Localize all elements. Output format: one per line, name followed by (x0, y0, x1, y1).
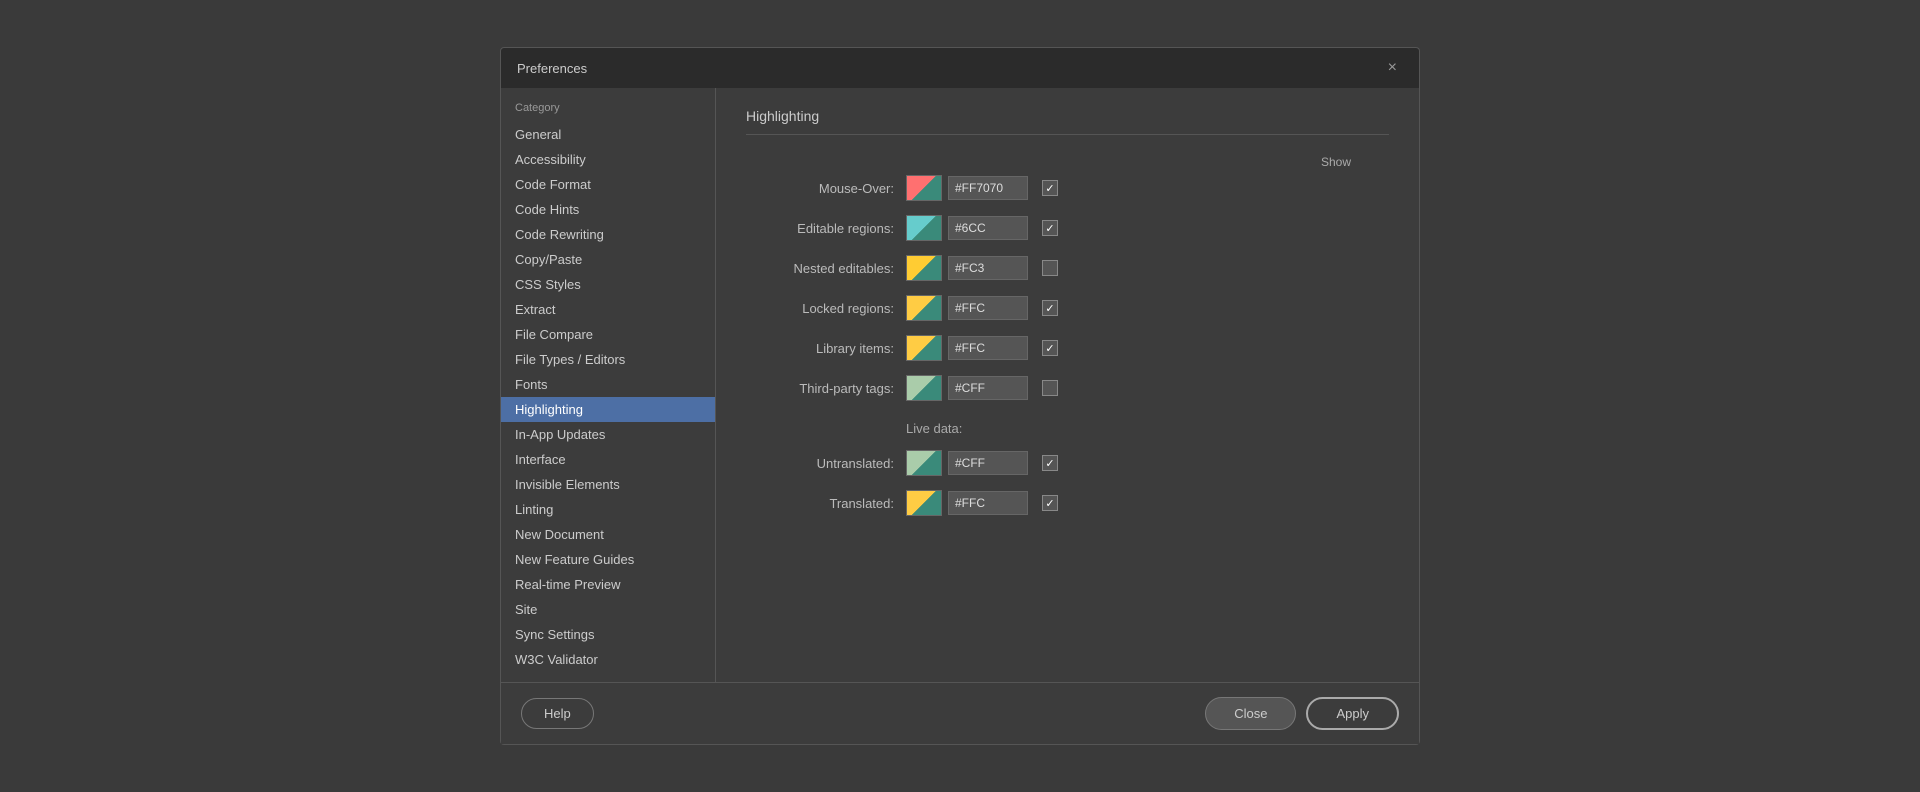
sidebar-item-accessibility[interactable]: Accessibility (501, 147, 715, 172)
apply-button[interactable]: Apply (1306, 697, 1399, 730)
color-input-1[interactable] (948, 216, 1028, 240)
color-input-0[interactable] (948, 176, 1028, 200)
checkbox-cell-1 (1034, 220, 1066, 236)
sidebar-item-real-time-preview[interactable]: Real-time Preview (501, 572, 715, 597)
row-label-0: Mouse-Over: (746, 181, 906, 196)
sidebar-item-new-document[interactable]: New Document (501, 522, 715, 547)
color-input-4[interactable] (948, 336, 1028, 360)
help-button[interactable]: Help (521, 698, 594, 729)
sidebar-item-site[interactable]: Site (501, 597, 715, 622)
dialog-body: Category GeneralAccessibilityCode Format… (500, 88, 1420, 745)
show-checkbox-0[interactable] (1042, 455, 1058, 471)
sidebar-item-linting[interactable]: Linting (501, 497, 715, 522)
sidebar-item-w3c-validator[interactable]: W3C Validator (501, 647, 715, 672)
highlight-row-2: Nested editables: (746, 255, 1389, 281)
row-label-1: Translated: (746, 496, 906, 511)
live-data-label: Live data: (906, 421, 1389, 436)
color-swatch-3[interactable] (906, 295, 942, 321)
highlight-row-5: Third-party tags: (746, 375, 1389, 401)
sidebar-item-new-feature-guides[interactable]: New Feature Guides (501, 547, 715, 572)
color-input-2[interactable] (948, 256, 1028, 280)
preferences-dialog: Preferences × Category GeneralAccessibil… (500, 47, 1420, 745)
sidebar-header: Category (501, 98, 715, 122)
sidebar-item-extract[interactable]: Extract (501, 297, 715, 322)
sidebar-item-copy-paste[interactable]: Copy/Paste (501, 247, 715, 272)
show-column-label: Show (746, 155, 1351, 169)
row-label-1: Editable regions: (746, 221, 906, 236)
category-sidebar: Category GeneralAccessibilityCode Format… (501, 88, 716, 682)
row-label-2: Nested editables: (746, 261, 906, 276)
show-checkbox-1[interactable] (1042, 495, 1058, 511)
show-checkbox-5[interactable] (1042, 380, 1058, 396)
sidebar-item-interface[interactable]: Interface (501, 447, 715, 472)
section-title: Highlighting (746, 108, 1389, 135)
sidebar-item-code-hints[interactable]: Code Hints (501, 197, 715, 222)
color-swatch-4[interactable] (906, 335, 942, 361)
color-input-0[interactable] (948, 451, 1028, 475)
sidebar-item-invisible-elements[interactable]: Invisible Elements (501, 472, 715, 497)
highlight-row-1: Translated: (746, 490, 1389, 516)
dialog-content: Category GeneralAccessibilityCode Format… (501, 88, 1419, 682)
highlight-row-1: Editable regions: (746, 215, 1389, 241)
main-panel: Highlighting Show Mouse-Over: Editable re… (716, 88, 1419, 682)
color-input-1[interactable] (948, 491, 1028, 515)
sidebar-item-file-types---editors[interactable]: File Types / Editors (501, 347, 715, 372)
close-button[interactable]: Close (1205, 697, 1296, 730)
sidebar-item-code-rewriting[interactable]: Code Rewriting (501, 222, 715, 247)
footer-actions: Close Apply (1205, 697, 1399, 730)
dialog-title: Preferences (517, 61, 587, 76)
highlight-row-0: Mouse-Over: (746, 175, 1389, 201)
show-checkbox-4[interactable] (1042, 340, 1058, 356)
row-label-4: Library items: (746, 341, 906, 356)
color-swatch-1[interactable] (906, 215, 942, 241)
sidebar-item-highlighting[interactable]: Highlighting (501, 397, 715, 422)
row-label-0: Untranslated: (746, 456, 906, 471)
sidebar-item-general[interactable]: General (501, 122, 715, 147)
checkbox-cell-0 (1034, 455, 1066, 471)
show-checkbox-3[interactable] (1042, 300, 1058, 316)
highlight-row-0: Untranslated: (746, 450, 1389, 476)
checkbox-cell-2 (1034, 260, 1066, 276)
sidebar-item-css-styles[interactable]: CSS Styles (501, 272, 715, 297)
show-checkbox-0[interactable] (1042, 180, 1058, 196)
dialog-titlebar: Preferences × (500, 47, 1420, 88)
color-swatch-2[interactable] (906, 255, 942, 281)
checkbox-cell-5 (1034, 380, 1066, 396)
sidebar-item-sync-settings[interactable]: Sync Settings (501, 622, 715, 647)
highlight-row-4: Library items: (746, 335, 1389, 361)
color-swatch-1[interactable] (906, 490, 942, 516)
checkbox-cell-4 (1034, 340, 1066, 356)
dialog-footer: Help Close Apply (501, 682, 1419, 744)
sidebar-item-code-format[interactable]: Code Format (501, 172, 715, 197)
color-swatch-0[interactable] (906, 450, 942, 476)
sidebar-item-file-compare[interactable]: File Compare (501, 322, 715, 347)
checkbox-cell-0 (1034, 180, 1066, 196)
color-input-5[interactable] (948, 376, 1028, 400)
row-label-5: Third-party tags: (746, 381, 906, 396)
show-checkbox-2[interactable] (1042, 260, 1058, 276)
sidebar-item-in-app-updates[interactable]: In-App Updates (501, 422, 715, 447)
highlight-row-3: Locked regions: (746, 295, 1389, 321)
sidebar-item-fonts[interactable]: Fonts (501, 372, 715, 397)
row-label-3: Locked regions: (746, 301, 906, 316)
color-swatch-5[interactable] (906, 375, 942, 401)
color-swatch-0[interactable] (906, 175, 942, 201)
checkbox-cell-3 (1034, 300, 1066, 316)
show-checkbox-1[interactable] (1042, 220, 1058, 236)
checkbox-cell-1 (1034, 495, 1066, 511)
color-input-3[interactable] (948, 296, 1028, 320)
title-close-button[interactable]: × (1382, 58, 1403, 78)
